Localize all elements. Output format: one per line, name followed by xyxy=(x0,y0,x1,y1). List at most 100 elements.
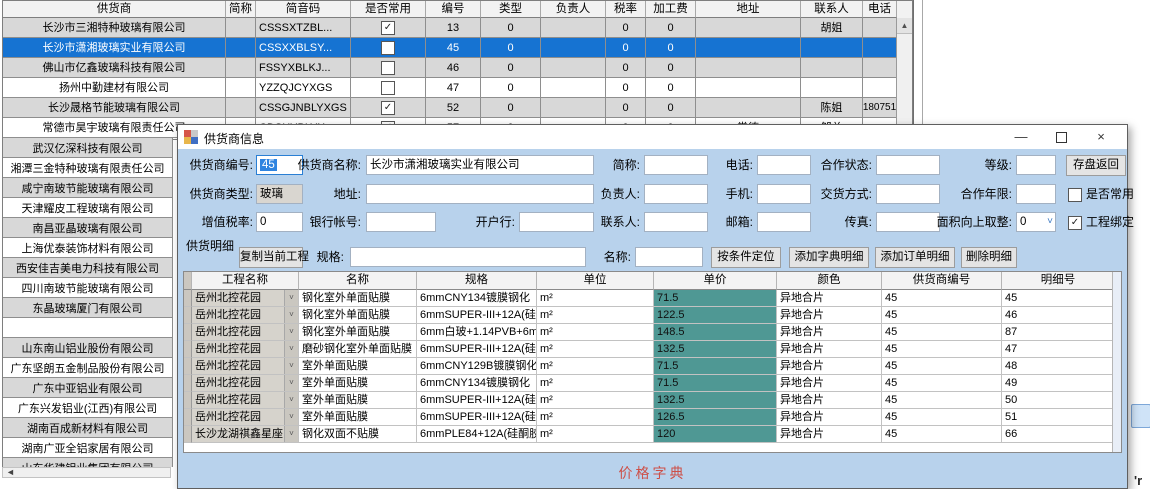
delivery-mode-input[interactable] xyxy=(876,184,940,204)
row-header[interactable] xyxy=(184,392,192,409)
column-header[interactable]: 供货商编号 xyxy=(882,272,1002,290)
column-header[interactable]: 是否常用 xyxy=(351,1,426,18)
row-header[interactable] xyxy=(184,341,192,358)
list-item[interactable]: 山东华建铝业集团有限公司 xyxy=(3,458,172,467)
close-button[interactable]: × xyxy=(1083,125,1119,148)
chevron-down-icon[interactable]: ˅ xyxy=(1047,214,1053,230)
detail-row[interactable]: 岳州北控花园˅室外单面贴膜6mmCNY129B镀膜钢化m²71.5异地合片454… xyxy=(184,358,1121,375)
address-input[interactable] xyxy=(366,184,594,204)
column-header[interactable]: 简称 xyxy=(226,1,256,18)
list-item[interactable]: 四川南玻节能玻璃有限公司 xyxy=(3,278,172,298)
column-header[interactable]: 规格 xyxy=(417,272,537,290)
column-header[interactable]: 税率 xyxy=(606,1,646,18)
save-return-button[interactable]: 存盘返回 xyxy=(1066,155,1126,176)
cell-project[interactable]: 岳州北控花园˅ xyxy=(192,392,299,409)
row-header[interactable] xyxy=(184,307,192,324)
locate-by-condition-button[interactable]: 按条件定位 xyxy=(711,247,781,268)
row-header[interactable] xyxy=(184,324,192,341)
detail-row[interactable]: 岳州北控花园˅室外单面贴膜6mmSUPER-III+12A(硅...m²132.… xyxy=(184,392,1121,409)
table-row[interactable]: 长沙市三湘特种玻璃有限公司CSSSXTZBL...✓13000胡姐 xyxy=(3,18,912,38)
column-header[interactable]: 单位 xyxy=(537,272,654,290)
detail-row[interactable]: 岳州北控花园˅室外单面贴膜6mmSUPER-III+12A(硅...m²126.… xyxy=(184,409,1121,426)
list-item[interactable]: 广东兴发铝业(江西)有限公司 xyxy=(3,398,172,418)
row-header[interactable] xyxy=(184,375,192,392)
list-item[interactable] xyxy=(3,318,172,338)
chevron-down-icon[interactable]: ˅ xyxy=(284,409,298,425)
table-row[interactable]: 长沙市潇湘玻璃实业有限公司CSSXXBLSY...45000 xyxy=(3,38,912,58)
column-header[interactable]: 加工费 xyxy=(646,1,696,18)
column-header[interactable]: 负责人 xyxy=(541,1,606,18)
column-header[interactable]: 颜色 xyxy=(777,272,882,290)
list-item[interactable]: 上海优泰装饰材料有限公司 xyxy=(3,238,172,258)
name-filter-input[interactable] xyxy=(635,247,703,267)
checkbox-icon[interactable] xyxy=(381,61,395,75)
column-header[interactable]: 类型 xyxy=(481,1,541,18)
detail-row[interactable]: 长沙龙湖祺鑫星座˅钢化双面不贴膜6mmPLE84+12A(硅酮胶...m²120… xyxy=(184,426,1121,443)
list-item[interactable]: 西安佳吉美电力科技有限公司 xyxy=(3,258,172,278)
row-header[interactable] xyxy=(184,426,192,443)
table-row[interactable]: 佛山市亿鑫玻璃科技有限公司FSSYXBLKJ...46000 xyxy=(3,58,912,78)
list-item[interactable]: 武汉亿深科技有限公司 xyxy=(3,138,172,158)
column-header[interactable]: 供货商 xyxy=(3,1,226,18)
list-item[interactable]: 南昌亚晶玻璃有限公司 xyxy=(3,218,172,238)
column-header[interactable]: 联系人 xyxy=(801,1,863,18)
chevron-down-icon[interactable]: ˅ xyxy=(284,358,298,374)
mobile-input[interactable] xyxy=(757,184,811,204)
coop-years-input[interactable] xyxy=(1016,184,1056,204)
row-header[interactable] xyxy=(184,409,192,426)
coop-status-input[interactable] xyxy=(876,155,940,175)
list-item[interactable]: 咸宁南玻节能玻璃有限公司 xyxy=(3,178,172,198)
detail-row[interactable]: 岳州北控花园˅磨砂钢化室外单面贴膜6mmSUPER-III+12A(硅...m²… xyxy=(184,341,1121,358)
table-row[interactable]: 扬州中勤建材有限公司YZZQJCYXGS47000 xyxy=(3,78,912,98)
list-item[interactable]: 天津耀皮工程玻璃有限公司 xyxy=(3,198,172,218)
list-item[interactable]: 广东中亚铝业有限公司 xyxy=(3,378,172,398)
row-header[interactable] xyxy=(184,290,192,307)
list-item[interactable]: 湖南百成新材料有限公司 xyxy=(3,418,172,438)
area-round-up-combobox[interactable]: 0˅ xyxy=(1016,212,1056,232)
detail-row[interactable]: 岳州北控花园˅钢化室外单面贴膜6mmCNY134镀膜钢化m²71.5异地合片45… xyxy=(184,290,1121,307)
cell-project[interactable]: 岳州北控花园˅ xyxy=(192,307,299,324)
column-header[interactable]: 名称 xyxy=(299,272,417,290)
column-header[interactable]: 单价 xyxy=(654,272,777,290)
left-list-hscrollbar[interactable]: ◄ xyxy=(2,467,171,478)
chevron-down-icon[interactable]: ˅ xyxy=(284,341,298,357)
maximize-button[interactable] xyxy=(1043,125,1079,148)
cell-project[interactable]: 岳州北控花园˅ xyxy=(192,324,299,341)
chevron-down-icon[interactable]: ˅ xyxy=(284,307,298,323)
chevron-down-icon[interactable]: ˅ xyxy=(284,324,298,340)
list-item[interactable]: 湘潭三金特种玻璃有限责任公司 xyxy=(3,158,172,178)
checkbox-icon[interactable]: ✓ xyxy=(381,101,395,115)
list-item[interactable]: 东晶玻璃厦门有限公司 xyxy=(3,298,172,318)
detail-row[interactable]: 岳州北控花园˅钢化室外单面贴膜6mm白玻+1.14PVB+6mm...m²148… xyxy=(184,324,1121,341)
project-bind-checkbox[interactable]: ✓工程绑定 xyxy=(1068,215,1134,230)
right-scrollbar-thumb[interactable] xyxy=(1131,404,1150,428)
bank-branch-input[interactable] xyxy=(519,212,594,232)
cell-project[interactable]: 岳州北控花园˅ xyxy=(192,358,299,375)
cell-project[interactable]: 岳州北控花园˅ xyxy=(192,290,299,307)
detail-grid-vscrollbar[interactable] xyxy=(1112,272,1121,452)
chevron-down-icon[interactable]: ˅ xyxy=(284,426,298,442)
checkbox-icon[interactable]: ✓ xyxy=(381,21,395,35)
detail-row[interactable]: 岳州北控花园˅室外单面贴膜6mmCNY134镀膜钢化m²71.5异地合片4549 xyxy=(184,375,1121,392)
chevron-down-icon[interactable]: ˅ xyxy=(284,290,298,306)
column-header[interactable]: 电话 xyxy=(863,1,897,18)
column-header[interactable]: 编号 xyxy=(426,1,481,18)
cell-project[interactable]: 岳州北控花园˅ xyxy=(192,341,299,358)
short-name-input[interactable] xyxy=(644,155,708,175)
chevron-down-icon[interactable]: ˅ xyxy=(284,392,298,408)
cell-project[interactable]: 岳州北控花园˅ xyxy=(192,409,299,426)
detail-row[interactable]: 岳州北控花园˅钢化室外单面贴膜6mmSUPER-III+12A(硅...m²12… xyxy=(184,307,1121,324)
resp-person-input[interactable] xyxy=(644,184,708,204)
checkbox-icon[interactable] xyxy=(381,81,395,95)
add-order-detail-button[interactable]: 添加订单明细 xyxy=(875,247,955,268)
cell-project[interactable]: 长沙龙湖祺鑫星座˅ xyxy=(192,426,299,443)
email-input[interactable] xyxy=(757,212,811,232)
phone-input[interactable] xyxy=(757,155,811,175)
cell-project[interactable]: 岳州北控花园˅ xyxy=(192,375,299,392)
row-header[interactable] xyxy=(184,358,192,375)
dialog-titlebar[interactable]: 供货商信息 — × xyxy=(178,125,1127,150)
scroll-left-icon[interactable]: ◄ xyxy=(3,468,15,477)
list-item[interactable]: 广东坚朗五金制品股份有限公司 xyxy=(3,358,172,378)
chevron-down-icon[interactable]: ˅ xyxy=(284,375,298,391)
supplier-table-vscrollbar[interactable]: ▲ xyxy=(896,18,912,139)
